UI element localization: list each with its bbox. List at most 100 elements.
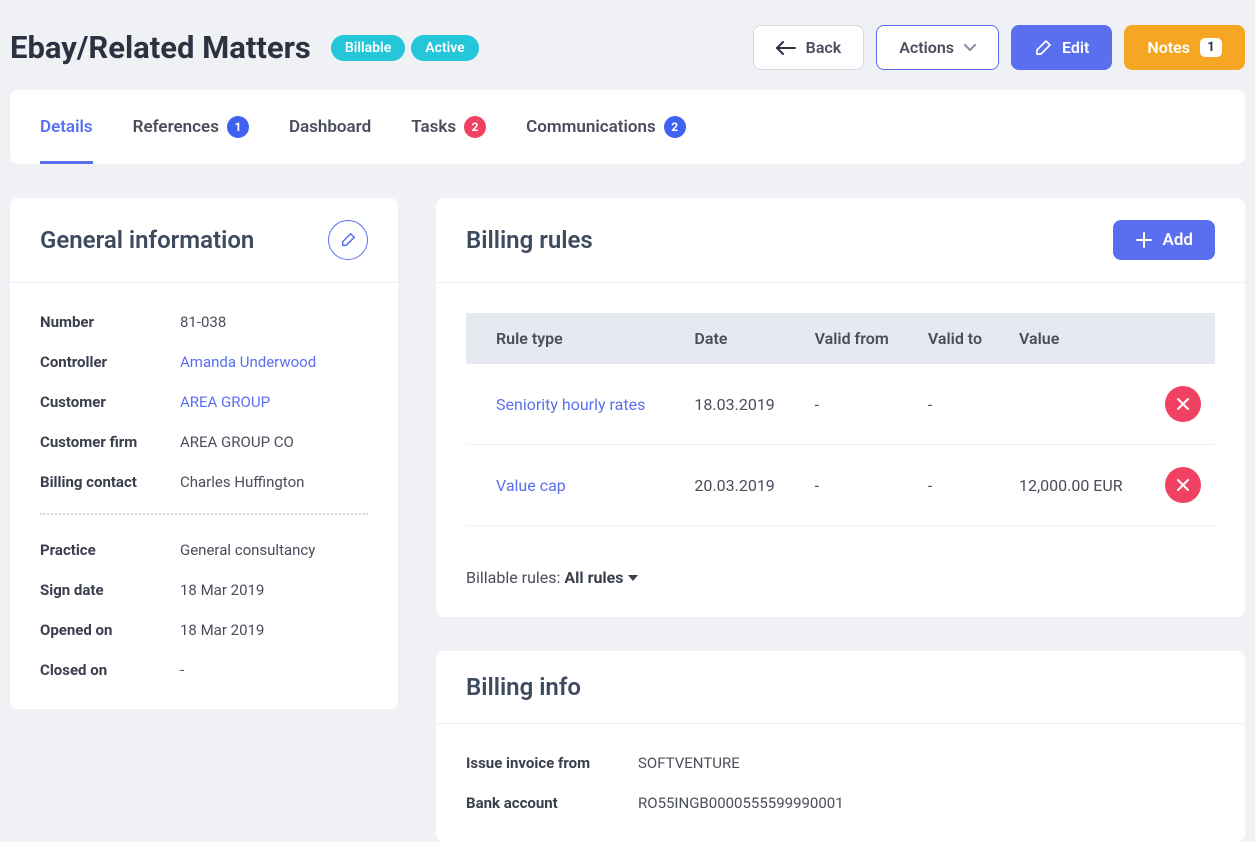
add-rule-button[interactable]: Add: [1113, 220, 1216, 260]
billing-rules-card: Billing rules Add Rule type Date: [436, 198, 1245, 617]
back-button[interactable]: Back: [753, 25, 865, 70]
cell-valid-from: -: [801, 445, 914, 526]
cell-value: 12,000.00 EUR: [1005, 445, 1151, 526]
info-label: Sign date: [40, 581, 180, 599]
notes-count: 1: [1200, 38, 1222, 57]
cell-valid-to: -: [914, 364, 1005, 445]
info-label: Billing contact: [40, 473, 180, 491]
notes-button[interactable]: Notes 1: [1124, 25, 1245, 70]
close-icon: [1176, 478, 1190, 492]
info-value: AREA GROUP CO: [180, 433, 294, 451]
info-row: Issue invoice from SOFTVENTURE: [466, 754, 1215, 772]
info-row: Billing contact Charles Huffington: [40, 473, 368, 491]
info-label: Issue invoice from: [466, 754, 638, 772]
col-valid-from: Valid from: [801, 313, 914, 364]
arrow-left-icon: [776, 41, 796, 55]
controller-link[interactable]: Amanda Underwood: [180, 353, 316, 371]
info-row: Customer AREA GROUP: [40, 393, 368, 411]
tab-details[interactable]: Details: [40, 90, 93, 164]
edit-button[interactable]: Edit: [1011, 25, 1112, 70]
tabs-bar: Details References 1 Dashboard Tasks 2 C…: [10, 90, 1245, 164]
billing-rules-heading: Billing rules: [466, 226, 593, 254]
cell-valid-from: -: [801, 364, 914, 445]
cell-valid-to: -: [914, 445, 1005, 526]
delete-rule-button[interactable]: [1165, 467, 1201, 503]
delete-rule-button[interactable]: [1165, 386, 1201, 422]
tab-badge: 1: [227, 116, 249, 138]
info-row: Sign date 18 Mar 2019: [40, 581, 368, 599]
rules-filter-dropdown[interactable]: All rules: [564, 568, 637, 587]
info-value: RO55INGB0000555599990001: [638, 794, 844, 812]
info-value: SOFTVENTURE: [638, 754, 740, 772]
info-value: 81-038: [180, 313, 226, 331]
table-row: Value cap 20.03.2019 - - 12,000.00 EUR: [466, 445, 1215, 526]
info-value: -: [180, 661, 184, 679]
tab-references[interactable]: References 1: [133, 90, 249, 164]
tab-communications[interactable]: Communications 2: [526, 90, 686, 164]
edit-general-button[interactable]: [328, 220, 368, 260]
tab-label: Tasks: [411, 117, 456, 137]
plus-icon: [1135, 231, 1153, 249]
customer-link[interactable]: AREA GROUP: [180, 393, 270, 411]
info-value: General consultancy: [180, 541, 315, 559]
billing-info-heading: Billing info: [466, 673, 581, 701]
page-header: Ebay/Related Matters Billable Active Bac…: [10, 10, 1245, 90]
actions-label: Actions: [899, 38, 954, 57]
notes-label: Notes: [1147, 38, 1190, 57]
back-label: Back: [806, 38, 842, 57]
col-value: Value: [1005, 313, 1151, 364]
edit-icon: [1034, 39, 1052, 57]
info-value: 18 Mar 2019: [180, 621, 264, 639]
col-valid-to: Valid to: [914, 313, 1005, 364]
badge-billable: Billable: [331, 35, 405, 61]
tab-badge: 2: [464, 116, 486, 138]
info-label: Practice: [40, 541, 180, 559]
billing-rules-table: Rule type Date Valid from Valid to Value…: [466, 313, 1215, 526]
info-row: Controller Amanda Underwood: [40, 353, 368, 371]
tab-label: Communications: [526, 117, 656, 137]
info-label: Customer firm: [40, 433, 180, 451]
cell-date: 18.03.2019: [680, 364, 800, 445]
tab-tasks[interactable]: Tasks 2: [411, 90, 486, 164]
general-info-card: General information Number 81-038 Contro…: [10, 198, 398, 709]
tab-label: Dashboard: [289, 117, 371, 137]
info-row: Closed on -: [40, 661, 368, 679]
filter-value: All rules: [564, 568, 623, 587]
cell-value: [1005, 364, 1151, 445]
col-rule-type: Rule type: [466, 313, 680, 364]
chevron-down-icon: [964, 44, 976, 52]
rule-type-link[interactable]: Seniority hourly rates: [496, 395, 645, 414]
filter-label: Billable rules:: [466, 568, 560, 587]
actions-button[interactable]: Actions: [876, 25, 999, 70]
caret-down-icon: [628, 575, 638, 581]
table-header-row: Rule type Date Valid from Valid to Value: [466, 313, 1215, 364]
info-row: Opened on 18 Mar 2019: [40, 621, 368, 639]
tab-badge: 2: [664, 116, 686, 138]
col-date: Date: [680, 313, 800, 364]
info-label: Opened on: [40, 621, 180, 639]
general-info-heading: General information: [40, 226, 254, 254]
info-label: Bank account: [466, 794, 638, 812]
cell-date: 20.03.2019: [680, 445, 800, 526]
tab-label: Details: [40, 117, 93, 137]
info-value: 18 Mar 2019: [180, 581, 264, 599]
tab-dashboard[interactable]: Dashboard: [289, 90, 371, 164]
close-icon: [1176, 397, 1190, 411]
tab-label: References: [133, 117, 219, 137]
section-divider: [40, 513, 368, 515]
info-row: Number 81-038: [40, 313, 368, 331]
info-label: Customer: [40, 393, 180, 411]
info-label: Controller: [40, 353, 180, 371]
page-title: Ebay/Related Matters: [10, 29, 311, 66]
info-label: Number: [40, 313, 180, 331]
info-label: Closed on: [40, 661, 180, 679]
info-row: Practice General consultancy: [40, 541, 368, 559]
add-label: Add: [1163, 230, 1194, 250]
edit-label: Edit: [1062, 38, 1089, 57]
rules-filter: Billable rules: All rules: [436, 556, 1245, 617]
rule-type-link[interactable]: Value cap: [496, 476, 566, 495]
billing-info-card: Billing info Issue invoice from SOFTVENT…: [436, 651, 1245, 842]
table-row: Seniority hourly rates 18.03.2019 - -: [466, 364, 1215, 445]
badge-active: Active: [411, 35, 478, 61]
info-row: Customer firm AREA GROUP CO: [40, 433, 368, 451]
